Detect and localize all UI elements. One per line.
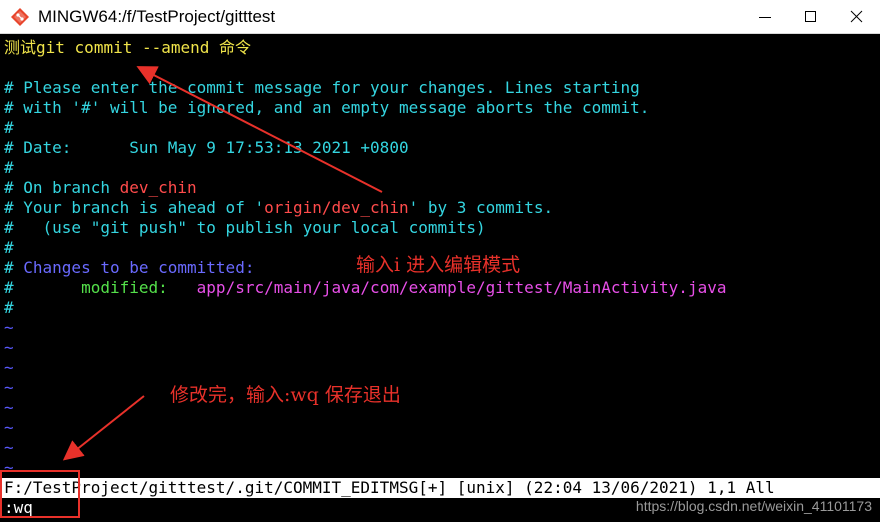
arrow-to-cmdline [62,395,145,461]
watermark: https://blog.csdn.net/weixin_41101173 [635,498,872,514]
annotation-arrows [62,66,383,461]
close-button[interactable] [834,0,880,34]
arrow-to-command [136,66,383,193]
close-icon [850,10,863,23]
